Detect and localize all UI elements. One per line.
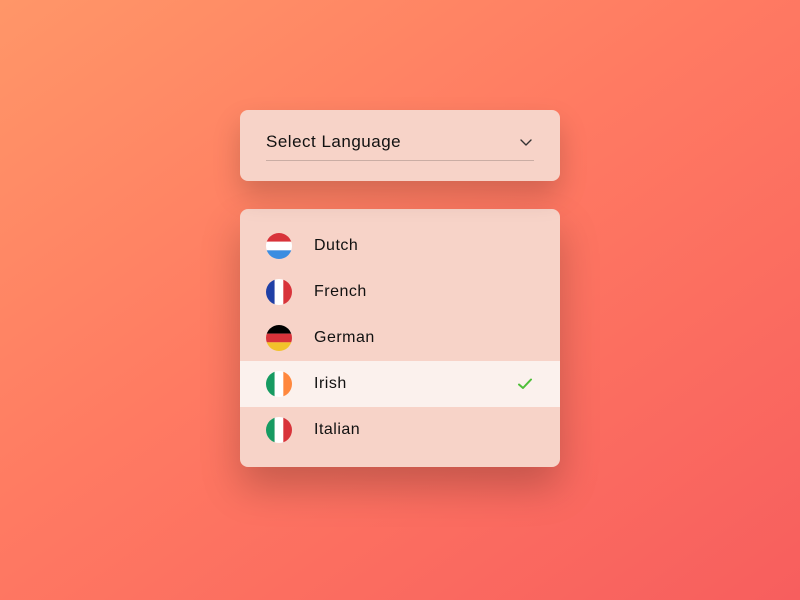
flag-icon [266, 279, 292, 305]
option-italian[interactable]: Italian [240, 407, 560, 453]
option-label: Dutch [314, 237, 534, 255]
option-german[interactable]: German [240, 315, 560, 361]
option-french[interactable]: French [240, 269, 560, 315]
option-label: German [314, 329, 534, 347]
option-label: Italian [314, 421, 534, 439]
flag-icon [266, 233, 292, 259]
option-dutch[interactable]: Dutch [240, 223, 560, 269]
language-select[interactable]: Select Language [240, 110, 560, 181]
chevron-down-icon [518, 134, 534, 150]
option-irish[interactable]: Irish [240, 361, 560, 407]
check-icon [516, 375, 534, 393]
flag-icon [266, 325, 292, 351]
select-placeholder: Select Language [266, 132, 401, 152]
language-dropdown: Dutch French German Irish [240, 209, 560, 467]
flag-icon [266, 417, 292, 443]
flag-icon [266, 371, 292, 397]
option-label: Irish [314, 375, 516, 393]
option-label: French [314, 283, 534, 301]
